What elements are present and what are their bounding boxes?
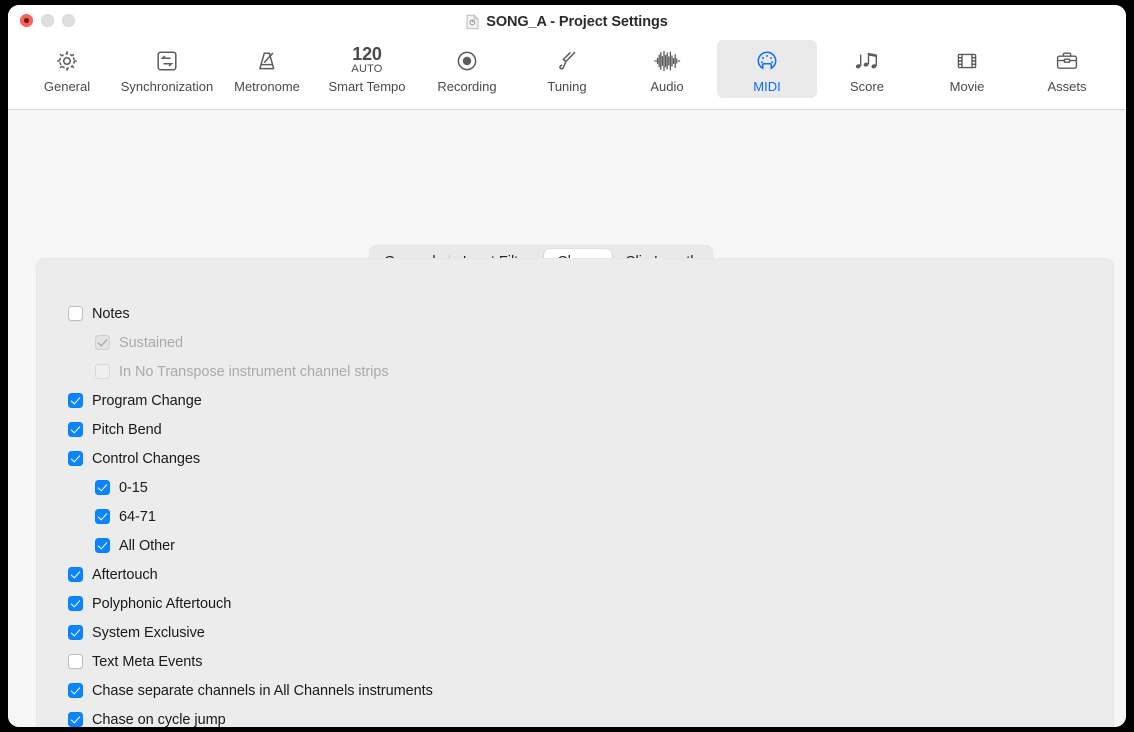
toolbar-label-movie: Movie: [949, 79, 985, 94]
option-label-pitch-bend: Pitch Bend: [92, 421, 162, 438]
tuning-fork-icon: [554, 45, 580, 76]
tempo-icon: 120 AUTO: [351, 45, 382, 76]
chase-settings-panel: Notes Sustained In No Transpose instrume…: [36, 258, 1114, 727]
settings-content: General Input Filter Chase Clip Length N…: [8, 110, 1126, 727]
option-row-control-changes[interactable]: Control Changes: [68, 444, 1104, 473]
music-notes-icon: [853, 45, 881, 76]
option-label-aftertouch: Aftertouch: [92, 566, 158, 583]
tempo-mode: AUTO: [351, 63, 383, 75]
option-row-cc-64-71[interactable]: 64-71: [68, 502, 1104, 531]
option-label-program-change: Program Change: [92, 392, 202, 409]
film-strip-icon: [954, 45, 980, 76]
option-row-program-change[interactable]: Program Change: [68, 386, 1104, 415]
sync-arrows-icon: [154, 45, 180, 76]
option-row-chase-separate-channels[interactable]: Chase separate channels in All Channels …: [68, 676, 1104, 705]
midi-din-icon: [754, 45, 780, 76]
checkbox-control-changes[interactable]: [68, 451, 83, 466]
option-label-sustained: Sustained: [119, 334, 184, 351]
toolbar-label-assets: Assets: [1047, 79, 1087, 94]
record-circle-icon: [454, 45, 480, 76]
option-row-in-no-transpose: In No Transpose instrument channel strip…: [68, 357, 1104, 386]
option-row-system-exclusive[interactable]: System Exclusive: [68, 618, 1104, 647]
document-icon: [466, 14, 479, 30]
toolbar-item-movie[interactable]: Movie: [917, 40, 1017, 98]
option-label-control-changes: Control Changes: [92, 450, 201, 467]
checkbox-cc-64-71[interactable]: [95, 509, 110, 524]
checkbox-cc-all-other[interactable]: [95, 538, 110, 553]
option-row-notes[interactable]: Notes: [68, 299, 1104, 328]
option-label-chase-on-cycle-jump: Chase on cycle jump: [92, 711, 226, 728]
checkbox-chase-on-cycle-jump[interactable]: [68, 712, 83, 727]
gear-icon: [54, 45, 80, 76]
option-row-cc-0-15[interactable]: 0-15: [68, 473, 1104, 502]
option-label-system-exclusive: System Exclusive: [92, 624, 205, 641]
metronome-icon: [254, 45, 280, 76]
toolbar-item-tuning[interactable]: Tuning: [517, 40, 617, 98]
waveform-icon: [653, 45, 681, 76]
briefcase-icon: [1054, 45, 1080, 76]
option-label-notes: Notes: [92, 305, 130, 322]
toolbar-item-recording[interactable]: Recording: [417, 40, 517, 98]
option-label-cc-0-15: 0-15: [119, 479, 148, 496]
toolbar-label-metronome: Metronome: [234, 79, 300, 94]
checkbox-sustained: [95, 335, 110, 350]
option-label-text-meta-events: Text Meta Events: [92, 653, 203, 670]
toolbar-label-general: General: [43, 79, 91, 94]
option-label-polyphonic-aftertouch: Polyphonic Aftertouch: [92, 595, 232, 612]
toolbar-label-midi: MIDI: [753, 79, 781, 94]
checkbox-cc-0-15[interactable]: [95, 480, 110, 495]
toolbar-label-audio: Audio: [650, 79, 684, 94]
toolbar-item-metronome[interactable]: Metronome: [217, 40, 317, 98]
option-label-cc-64-71: 64-71: [119, 508, 156, 525]
option-label-cc-all-other: All Other: [119, 537, 175, 554]
toolbar-label-recording: Recording: [437, 79, 497, 94]
toolbar-item-smart-tempo[interactable]: 120 AUTO Smart Tempo: [317, 40, 417, 98]
toolbar-label-synchronization: Synchronization: [120, 79, 214, 94]
checkbox-program-change[interactable]: [68, 393, 83, 408]
toolbar-label-smart-tempo: Smart Tempo: [328, 79, 406, 94]
checkbox-system-exclusive[interactable]: [68, 625, 83, 640]
settings-toolbar: General Synchronization Metronome 120 AU…: [8, 38, 1126, 110]
toolbar-item-score[interactable]: Score: [817, 40, 917, 98]
option-row-cc-all-other[interactable]: All Other: [68, 531, 1104, 560]
option-row-text-meta-events[interactable]: Text Meta Events: [68, 647, 1104, 676]
tempo-value: 120: [352, 44, 382, 64]
toolbar-item-audio[interactable]: Audio: [617, 40, 717, 98]
window-title-group: SONG_A - Project Settings: [8, 5, 1126, 38]
checkbox-aftertouch[interactable]: [68, 567, 83, 582]
checkbox-pitch-bend[interactable]: [68, 422, 83, 437]
option-row-polyphonic-aftertouch[interactable]: Polyphonic Aftertouch: [68, 589, 1104, 618]
chase-options-list: Notes Sustained In No Transpose instrume…: [68, 299, 1104, 727]
option-label-in-no-transpose: In No Transpose instrument channel strip…: [119, 363, 389, 380]
option-label-chase-separate-channels: Chase separate channels in All Channels …: [92, 682, 433, 699]
option-row-chase-on-cycle-jump[interactable]: Chase on cycle jump: [68, 705, 1104, 727]
checkbox-polyphonic-aftertouch[interactable]: [68, 596, 83, 611]
window-title: SONG_A - Project Settings: [486, 13, 668, 30]
toolbar-item-general[interactable]: General: [17, 40, 117, 98]
checkbox-notes[interactable]: [68, 306, 83, 321]
option-row-aftertouch[interactable]: Aftertouch: [68, 560, 1104, 589]
checkbox-text-meta-events[interactable]: [68, 654, 83, 669]
option-row-pitch-bend[interactable]: Pitch Bend: [68, 415, 1104, 444]
project-settings-window: SONG_A - Project Settings General Synchr…: [8, 5, 1126, 727]
option-row-sustained: Sustained: [68, 328, 1104, 357]
checkbox-in-no-transpose: [95, 364, 110, 379]
toolbar-item-synchronization[interactable]: Synchronization: [117, 40, 217, 98]
titlebar: SONG_A - Project Settings: [8, 5, 1126, 38]
checkbox-chase-separate-channels[interactable]: [68, 683, 83, 698]
toolbar-item-midi[interactable]: MIDI: [717, 40, 817, 98]
toolbar-label-score: Score: [850, 79, 884, 94]
toolbar-item-assets[interactable]: Assets: [1017, 40, 1117, 98]
toolbar-label-tuning: Tuning: [547, 79, 587, 94]
